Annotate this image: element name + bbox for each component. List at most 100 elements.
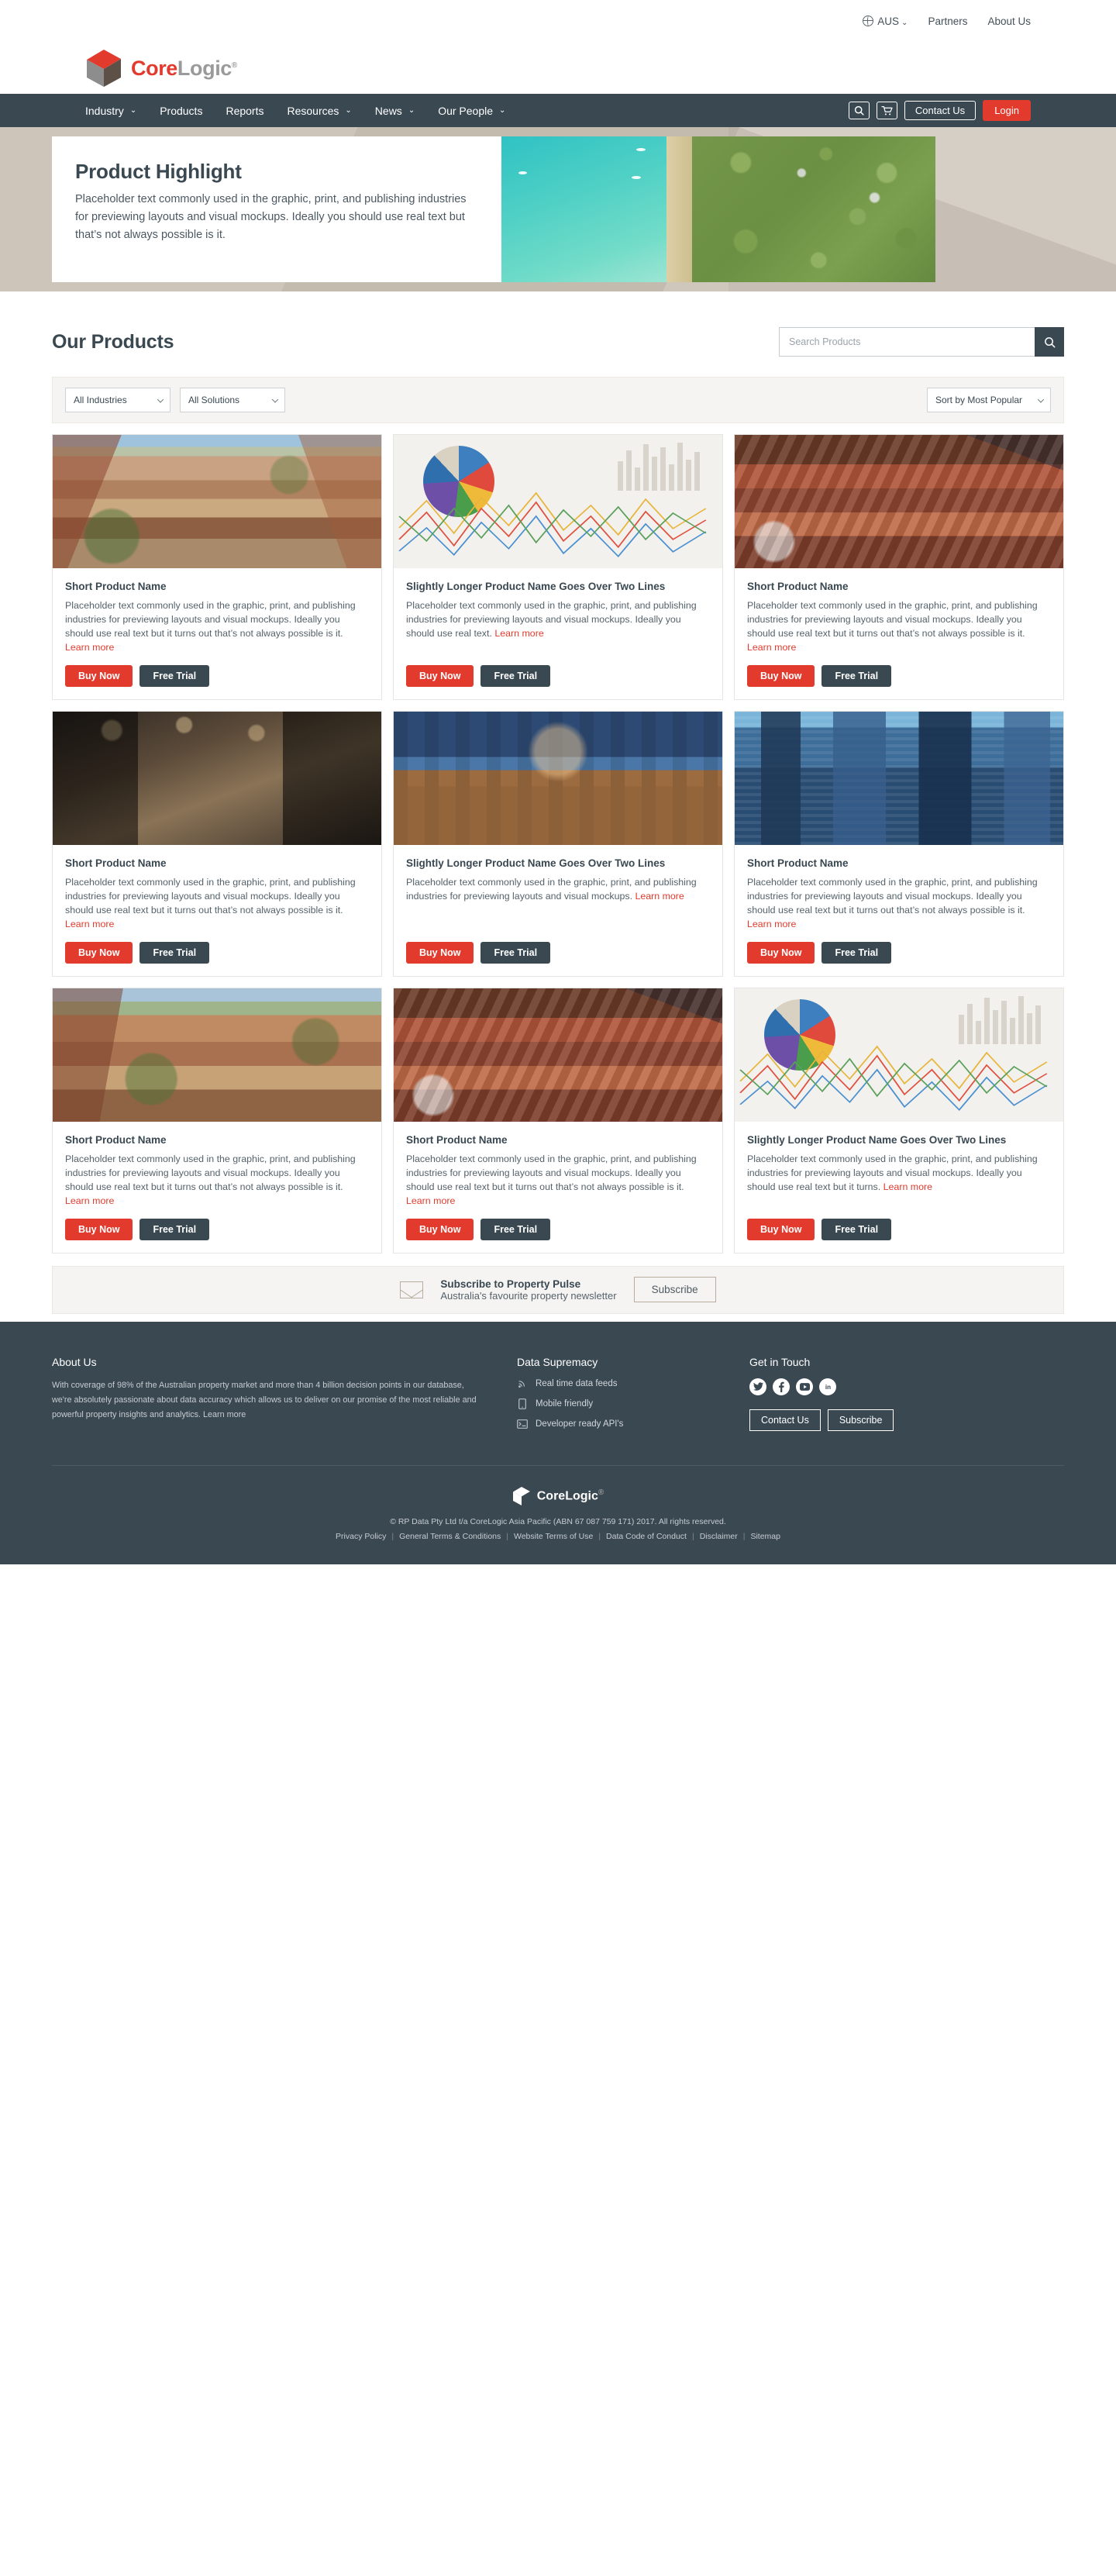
products-section: Our Products All Industries All Solution… [0,291,1116,1322]
product-card-title: Short Product Name [747,857,849,869]
buy-now-button[interactable]: Buy Now [65,1218,133,1240]
cart-icon-button[interactable] [876,102,897,119]
utility-link-partners[interactable]: Partners [928,16,967,27]
legal-link[interactable]: Data Code of Conduct [606,1532,687,1541]
footer-subscribe-button[interactable]: Subscribe [827,1409,894,1431]
product-card-image [735,435,1063,568]
copyright-text: © RP Data Pty Ltd t/a CoreLogic Asia Pac… [390,1516,726,1526]
nav-actions: Contact Us Login [848,100,1031,121]
industry-filter-select[interactable]: All Industries [65,388,170,412]
buy-now-button[interactable]: Buy Now [65,941,133,964]
sort-select[interactable]: Sort by Most Popular [927,388,1051,412]
product-card-body: Short Product Name Placeholder text commo… [394,1122,722,1253]
learn-more-link[interactable]: Learn more [635,891,684,902]
learn-more-link[interactable]: Learn more [747,642,796,653]
footer-list-item-mobile-friendly[interactable]: Mobile friendly [517,1398,749,1409]
legal-link-separator: | [691,1531,694,1541]
logo-row: CoreLogic® [0,43,1116,94]
buy-now-button[interactable]: Buy Now [406,1218,474,1240]
footer-logo[interactable]: CoreLogic® [512,1486,604,1506]
legal-link[interactable]: Disclaimer [700,1532,738,1541]
buy-now-button[interactable]: Buy Now [747,941,815,964]
solutions-filter-select[interactable]: All Solutions [180,388,285,412]
utility-bar: AUS ⌄ Partners About Us [0,0,1116,43]
product-card-image [394,435,722,568]
legal-link-separator: | [391,1531,394,1541]
legal-link-separator: | [506,1531,508,1541]
search-icon [854,105,864,116]
subscribe-title: Subscribe to Property Pulse [440,1278,581,1290]
youtube-icon[interactable] [796,1378,813,1395]
legal-link[interactable]: General Terms & Conditions [399,1532,501,1541]
footer-list-item-developer-ready-apis[interactable]: Developer ready API's [517,1419,749,1429]
nav-item-our-people[interactable]: Our People ⌄ [438,105,505,117]
subscribe-button[interactable]: Subscribe [633,1277,716,1303]
nav-item-products[interactable]: Products [160,105,202,117]
login-button[interactable]: Login [983,100,1031,121]
linkedin-icon[interactable]: in [819,1378,836,1395]
product-card-actions: Buy Now Free Trial [406,941,710,964]
free-trial-button[interactable]: Free Trial [140,1218,210,1240]
product-card-actions: Buy Now Free Trial [747,664,1051,687]
corelogic-logo-mark [85,49,122,88]
hero-description: Placeholder text commonly used in the gr… [75,193,467,242]
buy-now-button[interactable]: Buy Now [747,664,815,687]
free-trial-button[interactable]: Free Trial [822,1218,892,1240]
line-chart-graphic [739,1045,1048,1112]
learn-more-link[interactable]: Learn more [406,1195,455,1206]
search-input[interactable] [779,327,1035,357]
free-trial-button[interactable]: Free Trial [822,941,892,964]
region-selector[interactable]: AUS ⌄ [863,16,908,27]
nav-item-resources[interactable]: Resources ⌄ [287,105,351,117]
utility-link-about-us[interactable]: About Us [987,16,1031,27]
product-card-title: Short Product Name [406,1133,508,1146]
footer-about-column: About Us With coverage of 98% of the Aus… [52,1356,517,1439]
product-card-body: Short Product Name Placeholder text commo… [53,568,381,699]
legal-link[interactable]: Privacy Policy [336,1532,386,1541]
learn-more-link[interactable]: Learn more [65,919,114,929]
product-card-description-text: Placeholder text commonly used in the gr… [65,876,356,916]
buy-now-button[interactable]: Buy Now [406,941,474,964]
buy-now-button[interactable]: Buy Now [406,664,474,687]
legal-link[interactable]: Website Terms of Use [514,1532,593,1541]
nav-item-reports[interactable]: Reports [226,105,264,117]
footer-data-list: Real time data feeds Mobile friendly Dev… [517,1378,749,1429]
footer-contact-us-button[interactable]: Contact Us [749,1409,821,1431]
chevron-down-icon: ⌄ [129,106,137,115]
product-card-description: Placeholder text commonly used in the gr… [65,875,369,931]
learn-more-link[interactable]: Learn more [494,628,543,639]
product-card-title: Short Product Name [65,857,167,869]
product-card: Slightly Longer Product Name Goes Over T… [393,434,723,700]
product-card-image [53,711,381,845]
footer-list-item-real-time-data-feeds[interactable]: Real time data feeds [517,1378,749,1389]
footer-about-learn-more[interactable]: Learn more [203,1410,246,1419]
buy-now-button[interactable]: Buy Now [747,1218,815,1240]
nav-item-industry[interactable]: Industry ⌄ [85,105,136,117]
facebook-icon[interactable] [773,1378,790,1395]
mobile-icon [517,1398,528,1409]
free-trial-button[interactable]: Free Trial [480,1218,551,1240]
free-trial-button[interactable]: Free Trial [140,664,210,687]
learn-more-link[interactable]: Learn more [65,642,114,653]
free-trial-button[interactable]: Free Trial [140,941,210,964]
search-submit-button[interactable] [1035,327,1064,357]
corelogic-logo[interactable]: CoreLogic® [85,49,237,88]
product-card-description: Placeholder text commonly used in the gr… [747,875,1051,931]
footer-list-label: Mobile friendly [536,1398,594,1409]
free-trial-button[interactable]: Free Trial [822,664,892,687]
buy-now-button[interactable]: Buy Now [65,664,133,687]
legal-link[interactable]: Sitemap [750,1532,780,1541]
free-trial-button[interactable]: Free Trial [480,664,551,687]
product-card-description: Placeholder text commonly used in the gr… [406,875,710,931]
twitter-icon[interactable] [749,1378,766,1395]
contact-us-button[interactable]: Contact Us [904,101,976,120]
product-card-title: Short Product Name [65,1133,167,1146]
solutions-filter-value: All Solutions [188,395,240,405]
nav-item-news[interactable]: News ⌄ [375,105,415,117]
learn-more-link[interactable]: Learn more [65,1195,114,1206]
learn-more-link[interactable]: Learn more [747,919,796,929]
search-icon-button[interactable] [848,102,870,119]
free-trial-button[interactable]: Free Trial [480,941,551,964]
product-card-description-text: Placeholder text commonly used in the gr… [65,599,356,639]
learn-more-link[interactable]: Learn more [884,1181,932,1192]
